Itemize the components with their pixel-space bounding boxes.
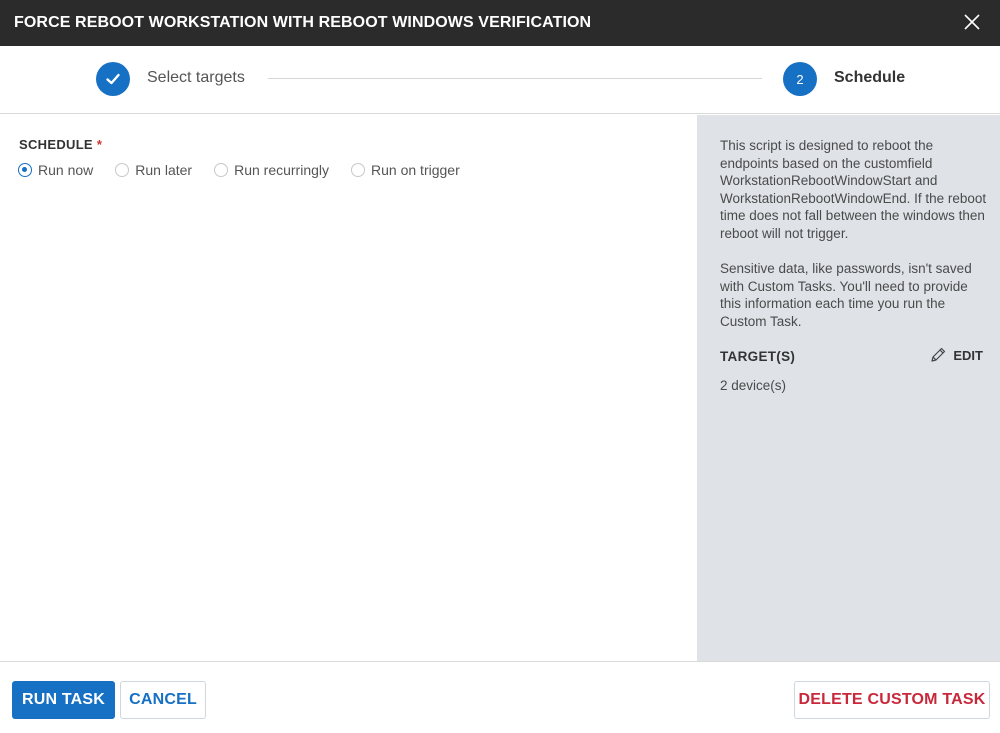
step-number: 2	[796, 71, 804, 87]
edit-label: EDIT	[953, 347, 983, 363]
radio-run-later[interactable]: Run later	[115, 162, 192, 178]
dialog-titlebar: FORCE REBOOT WORKSTATION WITH REBOOT WIN…	[0, 0, 1000, 46]
radio-label: Run later	[135, 162, 193, 178]
radio-label: Run now	[38, 162, 94, 178]
pencil-icon	[931, 347, 946, 362]
run-task-button[interactable]: RUN TASK	[12, 681, 115, 719]
targets-heading: TARGET(S)	[720, 349, 796, 364]
radio-label: Run recurringly	[234, 162, 330, 178]
check-icon	[106, 73, 120, 85]
required-marker: *	[96, 137, 103, 152]
cancel-button[interactable]: CANCEL	[120, 681, 206, 719]
radio-button[interactable]	[214, 163, 229, 177]
info-side-panel: This script is designed to reboot the en…	[697, 115, 1000, 661]
dialog-footer: RUN TASK CANCEL DELETE CUSTOM TASK	[0, 661, 1000, 733]
wizard-stepper: Select targets 2 Schedule	[0, 46, 1000, 114]
sensitive-data-note: Sensitive data, like passwords, isn't sa…	[720, 261, 972, 329]
script-description: This script is designed to reboot the en…	[720, 137, 988, 331]
schedule-panel: SCHEDULE * Run now Run later Run recurrin…	[0, 115, 697, 661]
close-icon	[964, 14, 980, 30]
edit-targets-button[interactable]: EDIT	[929, 346, 983, 364]
schedule-heading-text: SCHEDULE	[19, 137, 93, 152]
radio-button[interactable]	[115, 163, 130, 177]
dialog-title: FORCE REBOOT WORKSTATION WITH REBOOT WIN…	[14, 14, 592, 31]
schedule-heading: SCHEDULE *	[19, 137, 102, 152]
radio-run-on-trigger[interactable]: Run on trigger	[351, 162, 460, 178]
radio-run-now[interactable]: Run now	[18, 162, 93, 178]
description-paragraph: This script is designed to reboot the en…	[720, 138, 987, 241]
step-select-targets-label[interactable]: Select targets	[147, 69, 245, 87]
radio-button[interactable]	[351, 163, 366, 177]
step-schedule-label: Schedule	[834, 69, 906, 86]
delete-custom-task-button[interactable]: DELETE CUSTOM TASK	[794, 681, 990, 719]
targets-count: 2 device(s)	[720, 378, 787, 393]
schedule-radio-group: Run now Run later Run recurringly Run on…	[18, 162, 482, 178]
close-button[interactable]	[958, 8, 986, 36]
radio-run-recurringly[interactable]: Run recurringly	[214, 162, 329, 178]
radio-button-checked[interactable]	[18, 163, 32, 177]
step-connector	[268, 78, 762, 79]
step-select-targets[interactable]	[96, 62, 130, 96]
radio-label: Run on trigger	[371, 162, 460, 178]
step-schedule: 2	[783, 62, 817, 96]
